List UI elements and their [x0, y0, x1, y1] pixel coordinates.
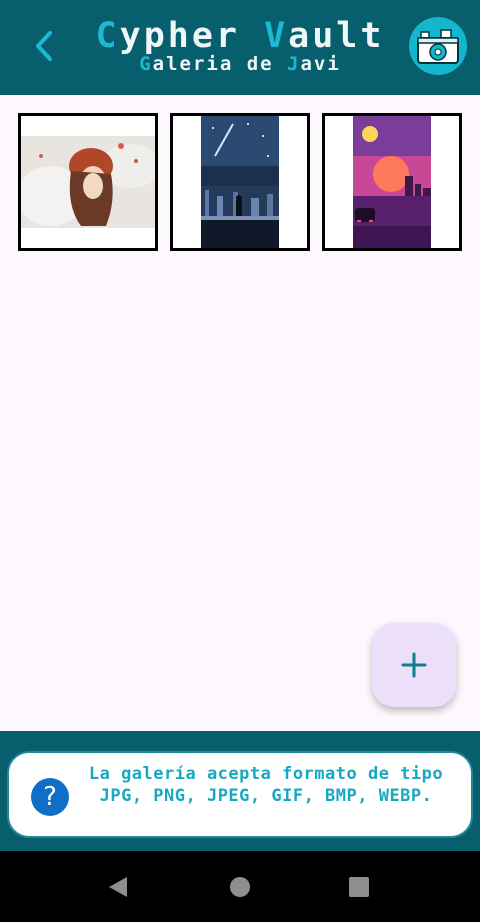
- add-image-button[interactable]: [372, 623, 456, 707]
- system-nav-bar: [0, 851, 480, 922]
- info-footer: ? La galería acepta formato de tipo JPG,…: [0, 731, 480, 851]
- help-icon[interactable]: ?: [31, 778, 69, 816]
- anime-girl-image: [21, 116, 155, 248]
- gallery-image-synthwave-sunset-city[interactable]: [322, 113, 462, 251]
- chevron-left-icon: [36, 31, 52, 61]
- vault-logo-icon[interactable]: [409, 17, 467, 75]
- format-info-card: ? La galería acepta formato de tipo JPG,…: [7, 751, 473, 838]
- plus-icon: [401, 652, 427, 678]
- nav-home-icon[interactable]: [229, 876, 251, 898]
- folder-vault-icon: [417, 29, 459, 64]
- nav-back-icon[interactable]: [107, 875, 129, 899]
- format-info-text: La galería acepta formato de tipo JPG, P…: [88, 764, 444, 806]
- synthwave-image: [325, 116, 459, 248]
- nav-recents-icon[interactable]: [348, 876, 370, 898]
- night-city-image: [173, 116, 307, 248]
- app-title: Cypher Vault: [95, 16, 385, 56]
- image-gallery: [18, 113, 462, 251]
- title-block: Cypher Vault Galeria de Javi: [80, 14, 400, 74]
- gallery-image-anime-girl-wolves[interactable]: [18, 113, 158, 251]
- back-button[interactable]: [24, 22, 64, 70]
- app-header: Cypher Vault Galeria de Javi: [0, 0, 480, 95]
- gallery-image-night-city-comet[interactable]: [170, 113, 310, 251]
